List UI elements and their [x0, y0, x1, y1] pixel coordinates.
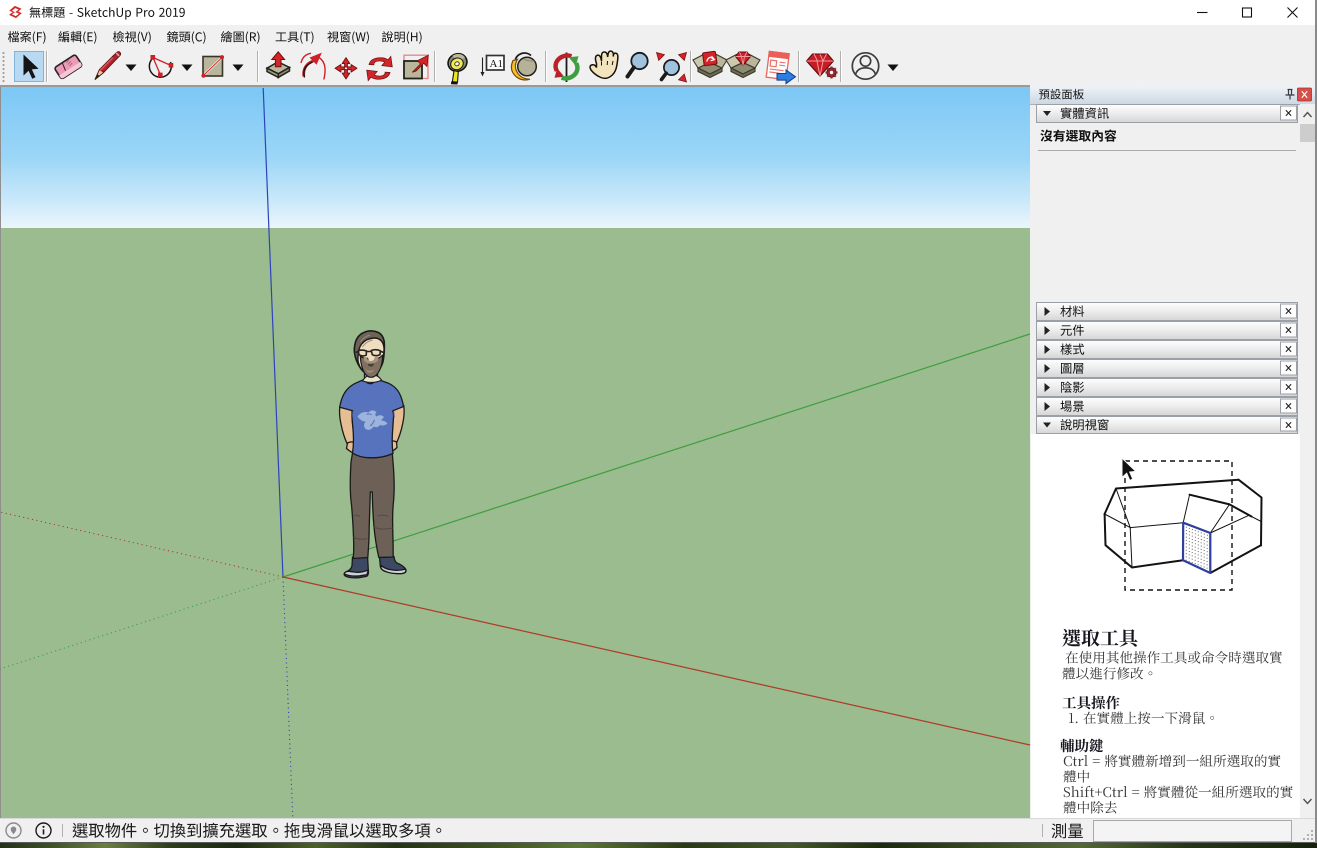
svg-text:A1: A1: [490, 58, 503, 70]
